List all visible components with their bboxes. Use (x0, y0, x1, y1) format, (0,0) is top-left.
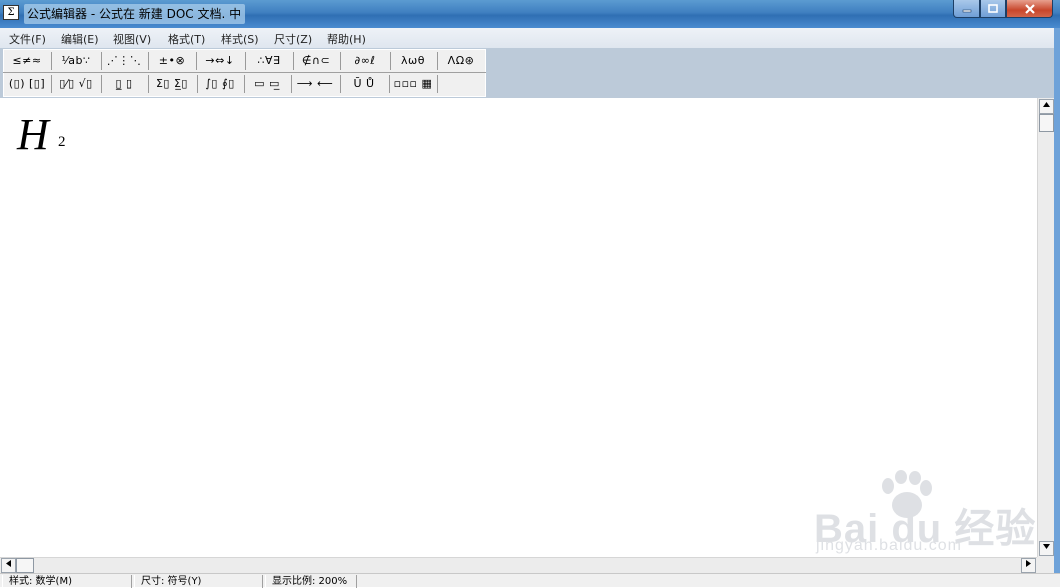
integral-button[interactable]: ∫▯ ∮▯ (200, 74, 240, 94)
palette-separator (51, 52, 52, 70)
palette-separator (197, 75, 198, 93)
watermark-url: jingyan.baidu.com (816, 537, 962, 554)
palette-separator (51, 75, 52, 93)
set-theory-button[interactable]: ∉∩⊂ (296, 51, 336, 71)
arrow-down-icon (1043, 544, 1050, 549)
products-set-theory-button[interactable]: Ū Ů (343, 74, 385, 94)
palette-separator (293, 52, 294, 70)
scroll-down-button[interactable] (1039, 541, 1054, 556)
status-size: 尺寸: 符号(Y) (134, 575, 263, 588)
palette-separator (101, 52, 102, 70)
fence-templates-button[interactable]: (▯) [▯] (7, 74, 47, 94)
palette-separator (340, 52, 341, 70)
horizontal-scroll-thumb[interactable] (16, 558, 34, 573)
maximize-button[interactable] (980, 0, 1006, 18)
palette-separator (389, 75, 390, 93)
equation-subscript[interactable]: 2 (58, 134, 66, 151)
vertical-scrollbar[interactable] (1037, 98, 1054, 557)
vertical-scroll-thumb[interactable] (1039, 114, 1054, 132)
spaces-ellipses-button[interactable]: ⅟ab∵ (55, 51, 97, 71)
logical-symbols-button[interactable]: ∴∀∃ (249, 51, 289, 71)
underbar-overbar-button[interactable]: ▭ ▭̲ (247, 74, 287, 94)
palette-separator (101, 75, 102, 93)
menu-file[interactable]: 文件(F) (9, 31, 46, 47)
arrow-up-icon (1043, 102, 1050, 107)
summation-button[interactable]: Σ▯ Σ̲▯ (151, 74, 193, 94)
fraction-radical-button[interactable]: ▯⁄▯ √▯ (56, 74, 96, 94)
palette-separator (245, 52, 246, 70)
menu-style[interactable]: 样式(S) (221, 31, 259, 47)
title-bar: Σ 公式编辑器 - 公式在 新建 DOC 文档. 中 (0, 0, 1060, 28)
palette-separator (244, 75, 245, 93)
scroll-up-button[interactable] (1039, 99, 1054, 114)
horizontal-scrollbar[interactable] (0, 557, 1037, 573)
palette-separator (148, 52, 149, 70)
menu-help[interactable]: 帮助(H) (327, 31, 366, 47)
palette-row-divider (3, 72, 486, 73)
palette-separator (148, 75, 149, 93)
minimize-icon (962, 9, 971, 12)
arrow-symbols-button[interactable]: →⇔↓ (199, 51, 241, 71)
minimize-button[interactable] (953, 0, 980, 18)
window-frame-edge (1054, 28, 1060, 573)
menu-view[interactable]: 视图(V) (113, 31, 151, 47)
menu-size[interactable]: 尺寸(Z) (274, 31, 312, 47)
misc-symbols-button[interactable]: ∂∞ℓ (344, 51, 386, 71)
embellishments-button[interactable]: ⋰⋮⋱ (104, 51, 144, 71)
arrow-right-icon (1026, 560, 1031, 567)
palette-separator (291, 75, 292, 93)
scroll-right-button[interactable] (1021, 558, 1036, 573)
app-icon[interactable]: Σ (3, 5, 19, 20)
status-style: 样式: 数学(M) (2, 575, 132, 588)
arrow-left-icon (6, 560, 11, 567)
close-icon (1024, 3, 1035, 14)
menu-format[interactable]: 格式(T) (168, 31, 205, 47)
baidu-watermark: Bai du 经验 jingyan.baidu.com (812, 470, 1035, 560)
greek-lowercase-button[interactable]: λωθ (393, 51, 433, 71)
palette-separator (340, 75, 341, 93)
greek-uppercase-button[interactable]: ΛΩ⊛ (440, 51, 482, 71)
status-zoom: 显示比例: 200% (265, 575, 357, 588)
palette-separator (437, 75, 438, 93)
menu-edit[interactable]: 编辑(E) (61, 31, 99, 47)
matrix-templates-button[interactable]: ▫▫▫ ▦ (392, 74, 434, 94)
operator-symbols-button[interactable]: ±•⊗ (152, 51, 192, 71)
subscript-superscript-button[interactable]: ▯̲ ▯̱ (104, 74, 144, 94)
restore-icon (988, 3, 998, 13)
equation-base[interactable]: H (17, 110, 49, 160)
relational-symbols-button[interactable]: ≤≠≈ (7, 51, 47, 71)
status-bar: 样式: 数学(M) 尺寸: 符号(Y) 显示比例: 200% (0, 573, 1060, 588)
menu-bar: 文件(F) 编辑(E) 视图(V) 格式(T) 样式(S) 尺寸(Z) 帮助(H… (0, 28, 1060, 49)
palette-separator (390, 52, 391, 70)
labeled-arrows-button[interactable]: ⟶ ⟵ (294, 74, 336, 94)
close-button[interactable] (1006, 0, 1053, 18)
scroll-left-button[interactable] (1, 558, 16, 573)
palette-separator (196, 52, 197, 70)
window-title: 公式编辑器 - 公式在 新建 DOC 文档. 中 (24, 4, 246, 24)
palette-separator (437, 52, 438, 70)
